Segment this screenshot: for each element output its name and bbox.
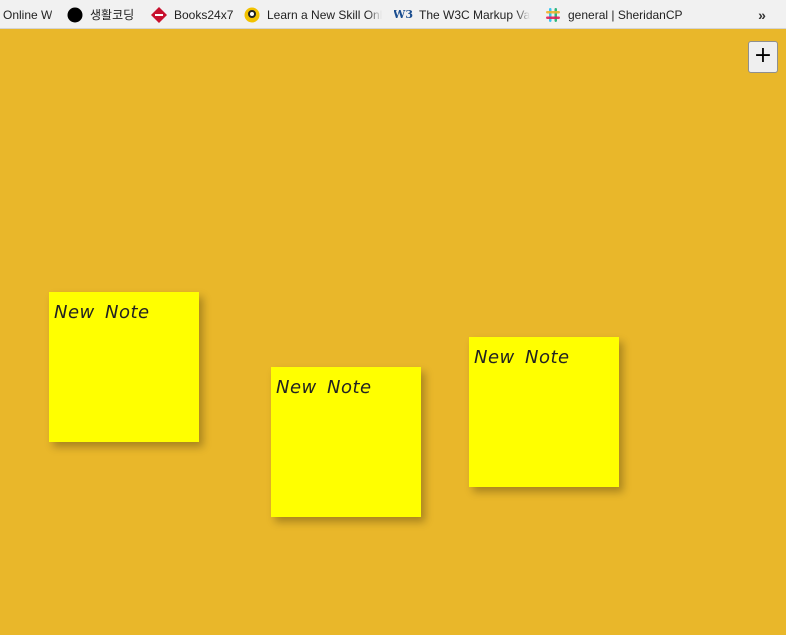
bookmark-online[interactable]: Online W	[3, 0, 63, 28]
books24x7-icon	[151, 6, 167, 23]
bookmark-label: general | SheridanCP	[568, 7, 683, 22]
slack-icon	[545, 7, 561, 23]
lynda-icon	[244, 7, 260, 23]
bookmark-learn-new-skill[interactable]: Learn a New Skill Onl	[244, 0, 382, 28]
bookmark-label: Books24x7	[174, 7, 234, 22]
bookmark-books24x7[interactable]: Books24x7	[151, 0, 234, 28]
note-text[interactable]: New Note	[474, 347, 570, 368]
bookmark-w3c-validator[interactable]: W3 The W3C Markup Val	[394, 0, 530, 28]
bookmark-label: Online W	[3, 7, 53, 22]
note-text[interactable]: New Note	[276, 377, 372, 398]
sticky-note[interactable]: New Note	[49, 292, 199, 442]
sticky-note[interactable]: New Note	[271, 367, 421, 517]
bookmark-label: 생활코딩	[90, 8, 135, 22]
bookmark-general-sheridancp[interactable]: general | SheridanCP	[545, 0, 683, 28]
note-text[interactable]: New Note	[54, 302, 150, 323]
black-circle-icon	[67, 7, 83, 23]
add-note-button[interactable]: +	[748, 41, 778, 73]
bookmark-label: Learn a New Skill Onl	[267, 7, 382, 22]
w3c-icon: W3	[394, 8, 414, 21]
sticky-note[interactable]: New Note	[469, 337, 619, 487]
bookmarks-overflow-chevron-icon[interactable]: »	[754, 0, 770, 28]
bookmark-saenghwalkoding[interactable]: 생활코딩	[67, 0, 135, 28]
bookmark-label: The W3C Markup Val	[419, 7, 530, 22]
bookmarks-bar: Online W 생활코딩 Books24x7 Learn a New Skil…	[0, 0, 786, 29]
